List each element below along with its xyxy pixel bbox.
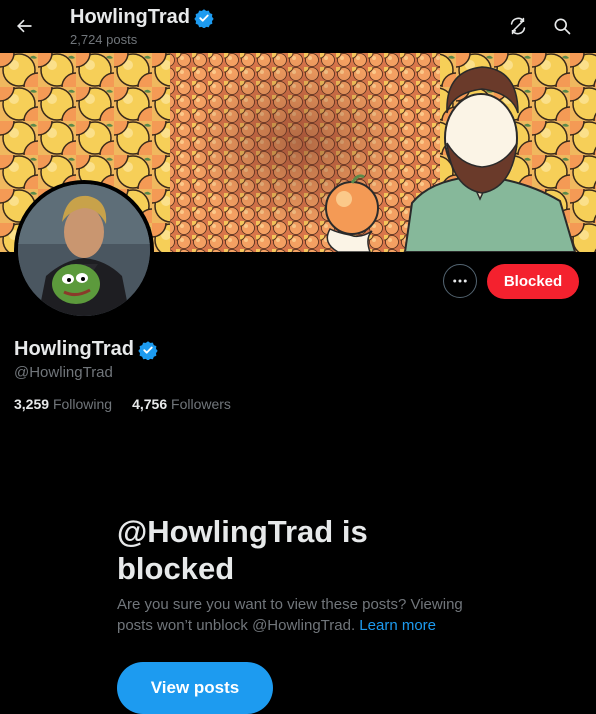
blocked-title: @HowlingTrad is blocked [117, 514, 368, 586]
followers-label: Followers [171, 396, 231, 412]
view-posts-button[interactable]: View posts [117, 662, 273, 714]
more-options-button[interactable] [443, 264, 477, 298]
follow-stats: 3,259 Following 4,756 Followers [14, 396, 251, 412]
profile-avatar[interactable] [14, 180, 154, 320]
post-count: 2,724 posts [70, 32, 138, 47]
sync-button[interactable] [501, 9, 535, 43]
arrow-left-icon [17, 19, 32, 33]
display-name: HowlingTrad [14, 338, 158, 361]
more-icon [453, 279, 467, 283]
following-count: 3,259 [14, 396, 50, 412]
followers-count: 4,756 [132, 396, 168, 412]
blocked-description: Are you sure you want to view these post… [117, 594, 487, 636]
verified-badge-icon [138, 340, 158, 360]
search-button[interactable] [545, 9, 579, 43]
avatar-image [18, 184, 150, 316]
sync-icon [510, 17, 526, 35]
header-name: HowlingTrad [70, 6, 190, 28]
following-label: Following [52, 396, 113, 412]
verified-badge-icon [194, 8, 214, 28]
followers-link[interactable]: 4,756 Followers [132, 396, 231, 412]
blocked-button[interactable]: Blocked [487, 264, 579, 299]
display-name-text: HowlingTrad [14, 338, 134, 360]
top-bar: HowlingTrad 2,724 posts [0, 0, 596, 53]
search-icon [554, 18, 571, 35]
avatar [18, 184, 150, 316]
back-button[interactable] [6, 8, 42, 44]
user-handle: @HowlingTrad [14, 364, 113, 381]
header-title: HowlingTrad [70, 6, 214, 29]
following-link[interactable]: 3,259 Following [14, 396, 112, 412]
learn-more-link[interactable]: Learn more [359, 617, 436, 634]
